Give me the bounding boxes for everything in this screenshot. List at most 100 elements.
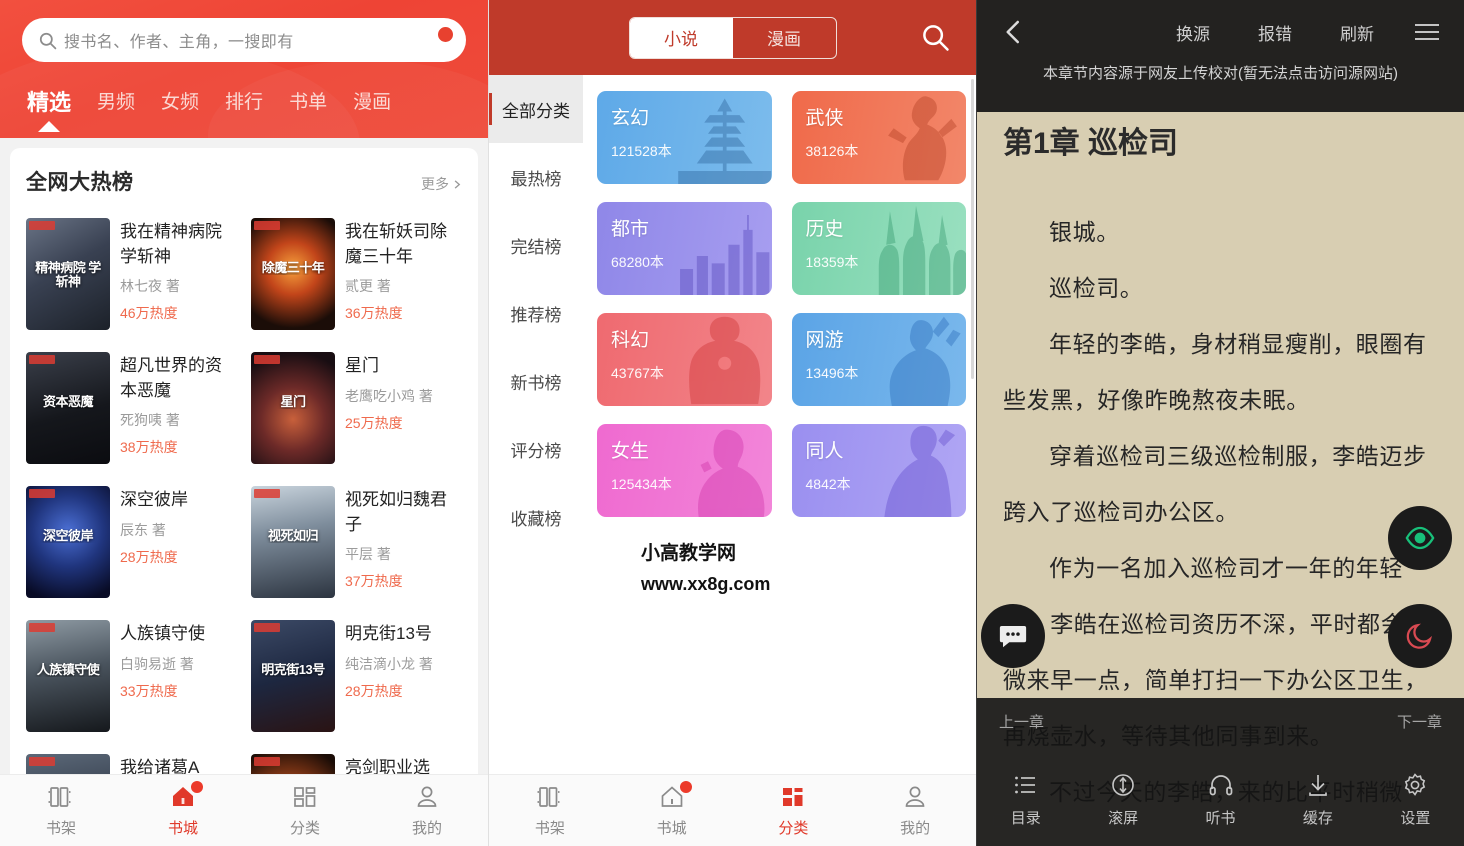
- cover-tag: [254, 489, 280, 498]
- book-item[interactable]: 除魔三十年 我在斩妖司除魔三十年 贰更 著 36万热度: [251, 208, 462, 342]
- report-error-button[interactable]: 报错: [1234, 20, 1316, 45]
- home-icon: [169, 781, 203, 811]
- category-card-kehuan[interactable]: 科幻 43767本: [597, 313, 772, 406]
- next-chapter-button[interactable]: 下一章: [1397, 711, 1442, 732]
- comment-fab[interactable]: [981, 604, 1045, 668]
- book-grid: 精神病院 学斩神 我在精神病院学斩神 林七夜 著 46万热度 除魔三十年 我在斩…: [26, 208, 462, 774]
- cover-tag: [29, 489, 55, 498]
- bottom-nav-shucheng[interactable]: 书城: [122, 781, 244, 838]
- sidebar-item-all-categories[interactable]: 全部分类: [489, 75, 583, 143]
- reader-panel: 第1章 巡检司 银城。 巡检司。 年轻的李皓，身材稍显瘦削，眼圈有些发黑，好像昨…: [976, 0, 1464, 846]
- cover-tag: [29, 623, 55, 632]
- bookshelf-icon: [47, 783, 75, 811]
- book-item[interactable]: 人族镇守使 人族镇守使 白驹易逝 著 33万热度: [26, 610, 237, 744]
- cover-tag: [254, 355, 280, 364]
- refresh-button[interactable]: 刷新: [1316, 20, 1398, 45]
- book-cover: 精神病院 学斩神: [26, 218, 110, 330]
- search-icon: [39, 32, 57, 49]
- book-title: 星门: [345, 356, 379, 375]
- sidebar-item-recommended[interactable]: 推荐榜: [489, 279, 583, 347]
- gear-icon: [1405, 773, 1426, 796]
- book-cover: 人族镇守使: [26, 620, 110, 732]
- book-author: 老鹰吃小鸡 著: [345, 387, 433, 404]
- chevron-right-icon: [454, 179, 461, 189]
- category-card-xuanhuan[interactable]: 玄幻 121528本: [597, 91, 772, 184]
- book-title: 深空彼岸: [120, 490, 188, 509]
- tab-paihang[interactable]: 排行: [212, 84, 276, 118]
- back-chevron-icon[interactable]: [999, 17, 1029, 47]
- category-card-lishi[interactable]: 历史 18359本: [791, 202, 966, 295]
- book-author: 死狗咦 著: [120, 412, 180, 429]
- book-item[interactable]: 明克街13号 明克街13号 纯洁滴小龙 著 28万热度: [251, 610, 462, 744]
- book-item[interactable]: 视死如归 视死如归魏君子 平层 著 37万热度: [251, 476, 462, 610]
- tab-jingxuan[interactable]: 精选: [14, 84, 84, 118]
- toc-button[interactable]: 目录: [977, 772, 1074, 828]
- bottom-nav-shujia[interactable]: 书架: [489, 783, 611, 838]
- book-cover: 深空彼岸: [26, 486, 110, 598]
- category-card-wangyou[interactable]: 网游 13496本: [791, 313, 966, 406]
- book-item[interactable]: 深空彼岸 深空彼岸 辰东 著 28万热度: [26, 476, 237, 610]
- category-card-dushi[interactable]: 都市 68280本: [597, 202, 772, 295]
- cache-button[interactable]: 缓存: [1269, 772, 1366, 828]
- segment-comic[interactable]: 漫画: [733, 18, 836, 58]
- night-mode-fab[interactable]: [1388, 604, 1452, 668]
- cover-title: 星门: [280, 394, 306, 409]
- chapter-nav: 上一章 下一章: [977, 698, 1464, 744]
- book-heat: 28万热度: [120, 548, 178, 565]
- scroll-mode-button[interactable]: 滚屏: [1074, 772, 1171, 828]
- tab-nvpin[interactable]: 女频: [148, 84, 212, 118]
- segment-novel[interactable]: 小说: [629, 17, 733, 58]
- search-icon[interactable]: [920, 22, 950, 52]
- search-notification-dot[interactable]: [438, 27, 453, 42]
- change-source-button[interactable]: 换源: [1152, 20, 1234, 45]
- tab-manhua[interactable]: 漫画: [340, 84, 404, 118]
- cover-title: 明克街13号: [261, 662, 325, 677]
- book-item[interactable]: 精神病院 学斩神 我在精神病院学斩神 林七夜 著 46万热度: [26, 208, 237, 342]
- page-title: 全网大热榜: [26, 171, 134, 194]
- category-card-wuxia[interactable]: 武侠 38126本: [791, 91, 966, 184]
- category-header: 小说 漫画: [489, 0, 976, 75]
- bookshelf-icon: [536, 783, 564, 811]
- more-link[interactable]: 更多: [421, 174, 462, 194]
- book-item[interactable]: 亮剑职业选: [251, 744, 462, 774]
- settings-button[interactable]: 设置: [1367, 772, 1464, 828]
- listen-button[interactable]: 听书: [1172, 772, 1269, 828]
- reader-toolbar: 目录 滚屏 听书 缓存 设置: [977, 762, 1464, 838]
- prev-chapter-button[interactable]: 上一章: [999, 711, 1044, 732]
- cover-tag: [254, 623, 280, 632]
- book-heat: 28万热度: [345, 682, 403, 699]
- category-card-nvsheng[interactable]: 女生 125434本: [597, 424, 772, 517]
- dress-girl-silhouette-icon: [884, 425, 955, 517]
- sidebar-item-favorites[interactable]: 收藏榜: [489, 483, 583, 551]
- scrollbar[interactable]: [971, 79, 974, 379]
- book-author: 白驹易逝 著: [120, 655, 194, 672]
- nav-badge-dot: [191, 781, 203, 793]
- category-card-tongren[interactable]: 同人 4842本: [791, 424, 966, 517]
- sidebar-item-hottest[interactable]: 最热榜: [489, 143, 583, 211]
- bottom-nav-label: 我的: [900, 820, 931, 837]
- tab-shudan[interactable]: 书单: [276, 84, 340, 118]
- hamburger-menu-icon[interactable]: [1412, 21, 1442, 43]
- source-notice: 本章节内容源于网友上传校对(暂无法点击访问源网站): [1043, 65, 1398, 82]
- three-panel-screenshot: 搜书名、作者、主角，一搜即有 精选 男频 女频 排行 书单 漫画 全网大热榜 更…: [0, 0, 1464, 846]
- sidebar-item-new-books[interactable]: 新书榜: [489, 347, 583, 415]
- search-input[interactable]: 搜书名、作者、主角，一搜即有: [22, 18, 466, 62]
- sidebar-item-rating[interactable]: 评分榜: [489, 415, 583, 483]
- more-label: 更多: [421, 176, 449, 192]
- sidebar-item-completed[interactable]: 完结榜: [489, 211, 583, 279]
- bottom-nav-shucheng[interactable]: 书城: [611, 781, 733, 838]
- book-item[interactable]: 我给诸葛A: [26, 744, 237, 774]
- cover-title: 视死如归: [267, 528, 319, 543]
- tab-nanpin[interactable]: 男频: [84, 84, 148, 118]
- bottom-nav-fenlei[interactable]: 分类: [244, 783, 366, 838]
- book-item[interactable]: 星门 星门 老鹰吃小鸡 著 25万热度: [251, 342, 462, 476]
- list-icon: [1014, 776, 1035, 794]
- eye-protect-fab[interactable]: [1388, 506, 1452, 570]
- book-item[interactable]: 资本恶魔 超凡世界的资本恶魔 死狗咦 著 38万热度: [26, 342, 237, 476]
- bottom-nav-wode[interactable]: 我的: [366, 783, 488, 838]
- bottom-nav-fenlei[interactable]: 分类: [733, 783, 855, 838]
- bottom-nav-shujia[interactable]: 书架: [0, 783, 122, 838]
- book-title: 视死如归魏君子: [345, 490, 447, 534]
- bottom-nav-wode[interactable]: 我的: [854, 783, 976, 838]
- bottom-nav-label: 分类: [289, 820, 320, 837]
